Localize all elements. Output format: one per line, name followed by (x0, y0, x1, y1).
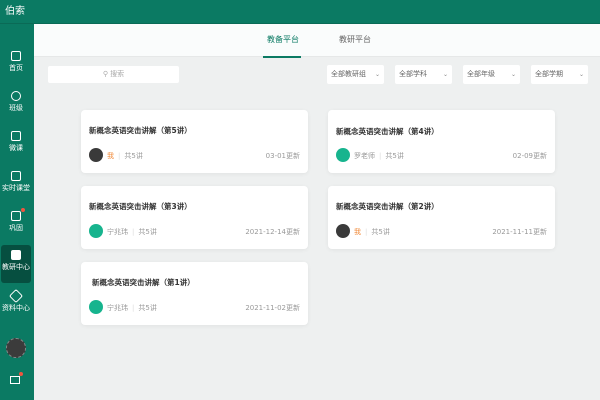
filter-grade[interactable]: 全部年级 ⌄ (463, 65, 520, 84)
card-lesson-count: 共5讲 (124, 152, 143, 160)
card-title: 新概念英语突击讲解（第2讲） (336, 202, 439, 211)
user-avatar[interactable] (6, 338, 26, 358)
filter-semester[interactable]: 全部学期 ⌄ (531, 65, 588, 84)
card-author: 我 (354, 228, 361, 236)
sidebar-item-resource-center[interactable]: 资料中心 (1, 286, 31, 324)
card-author: 宁兆玮 (107, 228, 128, 236)
filter-research-group[interactable]: 全部教研组 ⌄ (327, 65, 384, 84)
card-lesson-count: 共5讲 (371, 228, 390, 236)
app-title: 伯索 (5, 6, 25, 17)
card-date: 2021-11-02更新 (245, 304, 300, 312)
filter-label: 全部学期 (535, 70, 563, 78)
sidebar-item-live-class[interactable]: 实时课堂 (1, 166, 31, 204)
sidebar-item-label: 微课 (9, 144, 23, 152)
mail-icon[interactable] (10, 376, 20, 384)
card-author: 我 (107, 152, 114, 160)
card-title: 新概念英语突击讲解（第5讲） (89, 126, 192, 135)
users-icon (11, 91, 21, 101)
card-title: 新概念英语突击讲解（第4讲） (336, 127, 439, 136)
active-tab-indicator (263, 56, 301, 58)
card-lesson-count: 共5讲 (138, 228, 157, 236)
author-avatar (89, 148, 103, 162)
card-date: 02-09更新 (512, 152, 547, 160)
author-avatar (336, 148, 350, 162)
notification-dot (21, 208, 25, 212)
filter-label: 全部学科 (399, 70, 427, 78)
sidebar-item-research-center[interactable]: 教研中心 (1, 245, 31, 283)
card-date: 2021-11-11更新 (492, 228, 547, 236)
sidebar-item-label: 班级 (9, 104, 23, 112)
course-card[interactable]: 新概念英语突击讲解（第4讲） 罗老师 | 共5讲 02-09更新 (328, 110, 555, 173)
search-input[interactable]: ⚲ 搜索 (48, 66, 179, 83)
app-title-bar: 伯索 (0, 0, 600, 24)
author-avatar (89, 300, 103, 314)
card-title: 新概念英语突击讲解（第1讲） (92, 278, 195, 287)
author-avatar (336, 224, 350, 238)
course-card[interactable]: 新概念英语突击讲解（第1讲） 宁兆玮 | 共5讲 2021-11-02更新 (81, 262, 308, 325)
sidebar: 首页 班级 微课 实时课堂 巩固 教研中心 资料中心 (0, 24, 34, 400)
filter-subject[interactable]: 全部学科 ⌄ (395, 65, 452, 84)
course-card[interactable]: 新概念英语突击讲解（第2讲） 我 | 共5讲 2021-11-11更新 (328, 186, 555, 249)
tab-lesson-prep[interactable]: 教备平台 (267, 34, 299, 45)
filter-label: 全部教研组 (331, 70, 366, 78)
card-author: 宁兆玮 (107, 304, 128, 312)
sidebar-item-class[interactable]: 班级 (1, 86, 31, 124)
classroom-icon (11, 171, 21, 181)
sidebar-item-label: 首页 (9, 64, 23, 72)
home-icon (11, 51, 21, 61)
card-lesson-count: 共5讲 (138, 304, 157, 312)
homework-icon (11, 211, 21, 221)
card-lesson-count: 共5讲 (385, 152, 404, 160)
sidebar-item-home[interactable]: 首页 (1, 46, 31, 84)
chevron-down-icon: ⌄ (374, 71, 380, 78)
video-icon (11, 131, 21, 141)
notification-dot (19, 372, 23, 376)
sidebar-item-label: 实时课堂 (2, 184, 30, 192)
chevron-down-icon: ⌄ (442, 71, 448, 78)
research-icon (11, 250, 21, 260)
course-card[interactable]: 新概念英语突击讲解（第5讲） 我 | 共5讲 03-01更新 (81, 110, 308, 173)
tab-research[interactable]: 教研平台 (339, 34, 371, 45)
sidebar-item-label: 资料中心 (2, 304, 30, 312)
course-card[interactable]: 新概念英语突击讲解（第3讲） 宁兆玮 | 共5讲 2021-12-14更新 (81, 186, 308, 249)
sidebar-item-label: 教研中心 (2, 263, 30, 271)
card-date: 2021-12-14更新 (245, 228, 300, 236)
sidebar-item-label: 巩固 (9, 224, 23, 232)
filter-label: 全部年级 (467, 70, 495, 78)
platform-tabs: 教备平台 教研平台 (34, 24, 600, 57)
card-author: 罗老师 (354, 152, 375, 160)
sidebar-item-microclass[interactable]: 微课 (1, 126, 31, 164)
card-date: 03-01更新 (265, 152, 300, 160)
chevron-down-icon: ⌄ (578, 71, 584, 78)
author-avatar (89, 224, 103, 238)
card-title: 新概念英语突击讲解（第3讲） (89, 202, 192, 211)
sidebar-item-homework[interactable]: 巩固 (1, 206, 31, 244)
chevron-down-icon: ⌄ (510, 71, 516, 78)
search-placeholder: 搜索 (110, 70, 125, 78)
layers-icon (8, 288, 24, 304)
